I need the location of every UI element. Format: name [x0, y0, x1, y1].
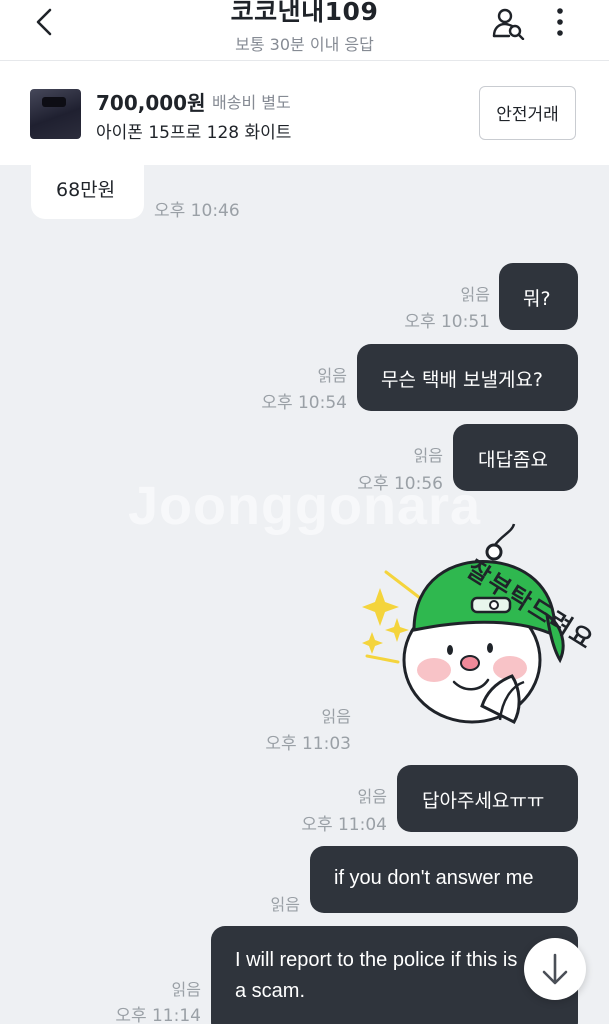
product-thumbnail[interactable] — [30, 89, 81, 139]
outgoing-message[interactable]: 뭐? — [499, 263, 578, 330]
sticker-message[interactable]: 잘부탁드려요 — [362, 510, 609, 740]
message-time: 오후 10:46 — [154, 201, 240, 221]
message-text-line-2: a scam. — [235, 980, 306, 1002]
shipping-label: 배송비 별도 — [212, 93, 291, 112]
scroll-to-bottom-button[interactable] — [524, 938, 586, 1000]
user-search-icon — [492, 8, 525, 41]
safe-trade-button[interactable]: 안전거래 — [479, 86, 576, 140]
read-receipt: 읽음 — [321, 707, 351, 726]
message-text-line-1: I will report to the police if this is — [235, 949, 518, 971]
product-name: 아이폰 15프로 128 화이트 — [96, 123, 292, 143]
message-time: 오후 11:04 — [301, 815, 387, 835]
chat-message-list[interactable]: Joonggonara 68만원 오후 10:46 읽음 오후 10:51 뭐?… — [0, 165, 609, 1024]
read-receipt: 읽음 — [270, 895, 300, 914]
outgoing-message[interactable]: 답아주세요ㅠㅠ — [397, 765, 578, 832]
read-receipt: 읽음 — [171, 980, 201, 999]
message-time: 오후 10:54 — [261, 393, 347, 413]
outgoing-message[interactable]: I will report to the police if this is a… — [211, 926, 578, 1024]
chat-header: 코코낸내109 보통 30분 이내 응답 — [0, 0, 609, 61]
message-text: 무슨 택배 보낼게요? — [381, 369, 544, 391]
product-price: 700,000원 — [96, 91, 206, 115]
outgoing-message[interactable]: if you don't answer me — [310, 846, 578, 913]
message-text: if you don't answer me — [334, 867, 534, 889]
message-text: 답아주세요ㅠㅠ — [422, 790, 545, 812]
message-text: 대답좀요 — [478, 449, 548, 471]
message-text: 68만원 — [56, 179, 116, 201]
outgoing-message[interactable]: 무슨 택배 보낼게요? — [357, 344, 578, 411]
incoming-message[interactable]: 68만원 — [31, 165, 144, 219]
read-receipt: 읽음 — [413, 446, 443, 465]
message-time: 오후 11:14 — [115, 1006, 201, 1024]
more-vertical-icon — [557, 8, 563, 36]
outgoing-message[interactable]: 대답좀요 — [453, 424, 578, 491]
more-options-button[interactable] — [550, 4, 570, 40]
read-receipt: 읽음 — [357, 787, 387, 806]
message-text: 뭐? — [523, 288, 551, 310]
read-receipt: 읽음 — [317, 366, 347, 385]
message-time: 오후 10:51 — [404, 312, 490, 332]
profile-button[interactable] — [490, 4, 526, 41]
message-time: 오후 11:03 — [265, 734, 351, 754]
message-time: 오후 10:56 — [357, 474, 443, 494]
product-info-bar[interactable]: 700,000원 배송비 별도 아이폰 15프로 128 화이트 안전거래 — [0, 61, 609, 165]
arrow-down-icon — [542, 953, 568, 985]
read-receipt: 읽음 — [460, 285, 490, 304]
